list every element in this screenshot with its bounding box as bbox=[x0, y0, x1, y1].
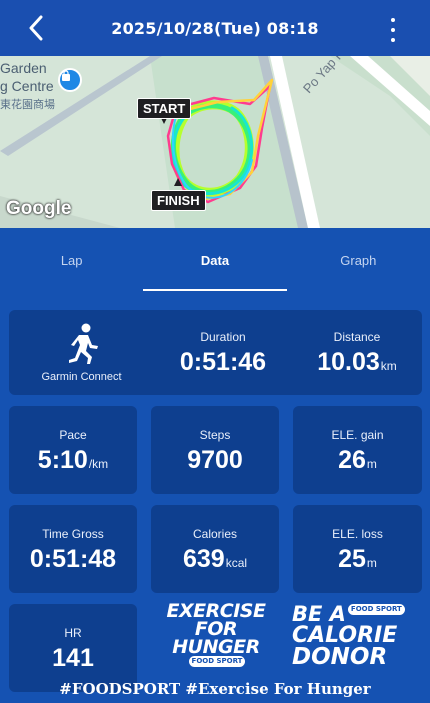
ele-gain-card: ELE. gain 26m bbox=[293, 406, 422, 494]
ele-loss-card: ELE. loss 25m bbox=[293, 505, 422, 593]
exercise-for-hunger-logo: EXERCISE FOR HUNGER FOOD SPORT bbox=[158, 601, 274, 682]
time-gross-label: Time Gross bbox=[42, 526, 104, 541]
data-source: Garmin Connect bbox=[9, 310, 154, 395]
foodsport-badge: FOOD SPORT bbox=[347, 604, 405, 615]
hashtag-caption: #FOODSPORT #Exercise For Hunger bbox=[59, 680, 371, 698]
tab-data[interactable]: Data bbox=[143, 228, 287, 292]
hr-card: HR 141 bbox=[9, 604, 137, 692]
duration-metric: Duration 0:51:46 bbox=[154, 310, 292, 395]
ele-gain-unit: m bbox=[366, 456, 377, 471]
back-button[interactable] bbox=[22, 14, 50, 42]
more-dots-icon bbox=[391, 18, 395, 22]
start-marker: START bbox=[137, 98, 192, 119]
steps-card: Steps 9700 bbox=[151, 406, 279, 494]
distance-label: Distance bbox=[333, 330, 381, 344]
ele-gain-label: ELE. gain bbox=[331, 427, 384, 442]
calories-card: Calories 639kcal bbox=[151, 505, 279, 593]
top-bar: 2025/10/28(Tue) 08:18 bbox=[0, 0, 430, 56]
duration-label: Duration bbox=[200, 330, 246, 344]
promo-line: CALORIE bbox=[292, 622, 398, 648]
time-gross-card: Time Gross 0:51:48 bbox=[9, 505, 137, 593]
more-options-button[interactable] bbox=[386, 18, 400, 42]
map-place-label: g Centre bbox=[0, 78, 54, 94]
ele-loss-unit: m bbox=[366, 555, 377, 570]
tab-bar: Lap Data Graph bbox=[0, 228, 430, 292]
pace-card: Pace 5:10/km bbox=[9, 406, 137, 494]
steps-label: Steps bbox=[199, 427, 231, 442]
tab-lap[interactable]: Lap bbox=[0, 228, 143, 292]
map-place-label: Garden bbox=[0, 60, 47, 76]
pace-unit: /km bbox=[88, 456, 109, 471]
map-place-label-chinese: 東花園商場 bbox=[0, 99, 55, 111]
google-logo: Google bbox=[6, 198, 72, 219]
pace-label: Pace bbox=[59, 427, 87, 442]
time-gross-value: 0:51:48 bbox=[29, 544, 117, 573]
promo-line: DONOR bbox=[292, 644, 388, 671]
pace-value: 5:10 bbox=[37, 445, 88, 474]
distance-unit: km bbox=[380, 359, 397, 373]
foodsport-badge: FOOD SPORT bbox=[188, 656, 246, 668]
running-person-icon bbox=[68, 323, 98, 364]
duration-value: 0:51:46 bbox=[179, 348, 267, 376]
hr-label: HR bbox=[64, 625, 82, 640]
calories-label: Calories bbox=[192, 526, 237, 541]
hr-value: 141 bbox=[52, 643, 94, 672]
shopping-bag-icon[interactable] bbox=[58, 68, 82, 92]
ele-loss-label: ELE. loss bbox=[332, 526, 383, 541]
promo-line: HUNGER bbox=[172, 636, 260, 659]
calorie-donor-logo: BE A FOOD SPORT CALORIE DONOR bbox=[292, 604, 422, 684]
steps-value: 9700 bbox=[187, 445, 243, 474]
calories-value: 639 bbox=[182, 544, 225, 573]
ele-gain-value: 26 bbox=[338, 445, 366, 474]
distance-value: 10.03 bbox=[317, 348, 380, 376]
route-map[interactable]: Garden g Centre 東花園商場 Po Yap Ro START FI… bbox=[0, 56, 430, 228]
calories-unit: kcal bbox=[225, 555, 248, 570]
tab-graph[interactable]: Graph bbox=[287, 228, 430, 292]
ele-loss-value: 25 bbox=[338, 544, 366, 573]
page-title: 2025/10/28(Tue) 08:18 bbox=[111, 18, 319, 38]
distance-metric: Distance 10.03km bbox=[292, 310, 422, 395]
finish-marker: FINISH bbox=[151, 190, 206, 211]
data-source-label: Garmin Connect bbox=[41, 370, 122, 383]
chevron-left-icon bbox=[29, 15, 43, 41]
